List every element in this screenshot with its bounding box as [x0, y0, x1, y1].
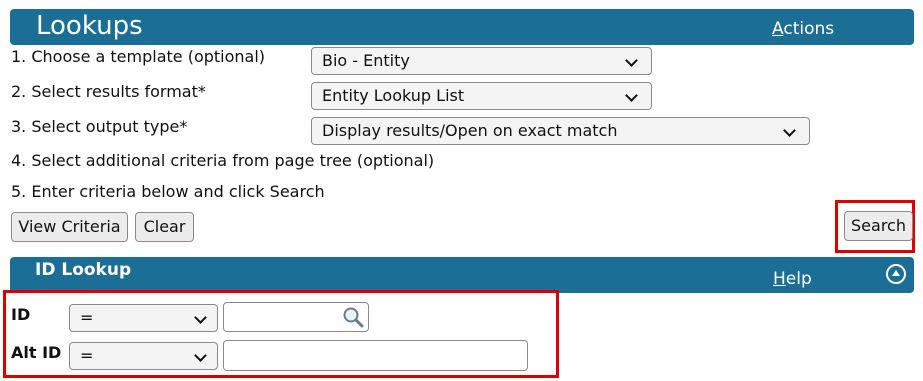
page-title: Lookups	[36, 11, 143, 41]
magnifier-icon[interactable]	[342, 306, 364, 328]
view-criteria-button[interactable]: View Criteria	[11, 212, 128, 242]
step-3-label: 3. Select output type*	[11, 117, 188, 136]
alt-id-operator-value: =	[80, 346, 94, 365]
help-link[interactable]: Help	[773, 267, 812, 291]
step-1-label: 1. Choose a template (optional)	[11, 47, 266, 66]
chevron-down-icon	[194, 311, 207, 324]
help-label-rest: elp	[785, 269, 812, 289]
results-format-select[interactable]: Entity Lookup List	[311, 82, 652, 110]
actions-access-key: A	[772, 19, 784, 39]
clear-button[interactable]: Clear	[135, 212, 194, 242]
step-4-label: 4. Select additional criteria from page …	[11, 151, 435, 170]
id-lookup-section-header: ID Lookup Help	[10, 257, 914, 293]
search-button[interactable]: Search	[844, 211, 913, 241]
id-field-label: ID	[11, 305, 31, 324]
step-5-label: 5. Enter criteria below and click Search	[11, 182, 325, 201]
help-access-key: H	[773, 269, 786, 289]
alt-id-input[interactable]	[223, 340, 528, 371]
output-type-select[interactable]: Display results/Open on exact match	[311, 117, 810, 145]
chevron-up-circle-icon[interactable]	[886, 264, 906, 284]
chevron-down-icon	[625, 89, 638, 102]
id-input[interactable]	[223, 302, 369, 332]
step-2-label: 2. Select results format*	[11, 82, 206, 101]
id-operator-select[interactable]: =	[69, 304, 218, 332]
template-select[interactable]: Bio - Entity	[311, 47, 652, 75]
section-title: ID Lookup	[35, 260, 132, 280]
chevron-down-icon	[194, 349, 207, 362]
chevron-down-icon	[625, 54, 638, 67]
template-select-value: Bio - Entity	[322, 51, 410, 70]
results-format-select-value: Entity Lookup List	[322, 86, 465, 105]
output-type-select-value: Display results/Open on exact match	[322, 121, 618, 140]
lookups-header-bar: Lookups Actions	[10, 9, 914, 45]
chevron-down-icon	[783, 124, 796, 137]
alt-id-operator-select[interactable]: =	[69, 342, 218, 370]
id-operator-value: =	[80, 308, 94, 327]
alt-id-field-label: Alt ID	[11, 343, 62, 362]
actions-label-rest: ctions	[783, 19, 835, 39]
actions-menu-link[interactable]: Actions	[772, 9, 834, 49]
